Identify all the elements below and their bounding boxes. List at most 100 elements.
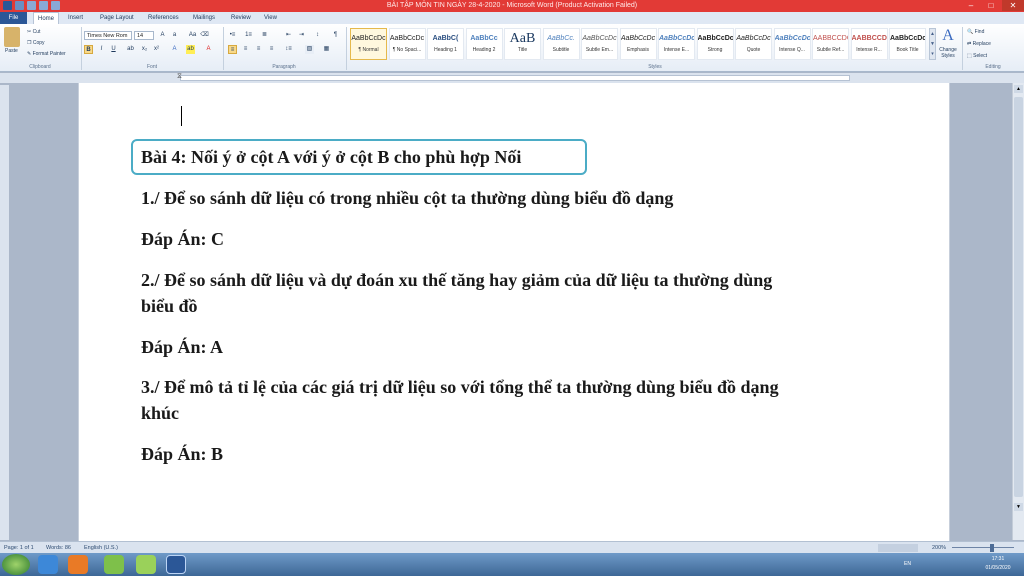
font-name-combo[interactable]: Times New Rom	[84, 31, 132, 40]
style-item[interactable]: AaBbCcDc Intense E...	[658, 28, 695, 60]
font-color-icon[interactable]: A	[204, 45, 213, 54]
line-spacing-icon[interactable]: ↕≡	[284, 45, 293, 54]
style-item[interactable]: AaBbCcDc Intense Q...	[773, 28, 811, 60]
ruler-text-area[interactable]	[180, 75, 850, 81]
style-item[interactable]: AABBCCDC Intense R...	[850, 28, 888, 60]
highlight-icon[interactable]: ab	[186, 45, 195, 54]
tab-view[interactable]: View	[260, 12, 281, 24]
minimize-button[interactable]: –	[962, 0, 980, 11]
align-left-icon[interactable]: ≡	[228, 45, 237, 54]
underline-button[interactable]: U	[109, 45, 118, 54]
font-size-combo[interactable]: 14	[134, 31, 154, 40]
bold-button[interactable]: B	[84, 45, 93, 54]
strikethrough-icon[interactable]: ab	[126, 45, 135, 54]
tab-insert[interactable]: Insert	[64, 12, 87, 24]
input-language[interactable]: EN	[904, 561, 911, 568]
align-center-icon[interactable]: ≡	[241, 45, 250, 54]
firefox-icon[interactable]	[68, 555, 88, 574]
answer-1: Đáp Án: C	[141, 229, 225, 249]
style-item[interactable]: AaBbCc. Subtitle	[542, 28, 580, 60]
clock-date[interactable]: 01/05/2020	[978, 565, 1018, 572]
format-painter-button[interactable]: ✎ Format Painter	[27, 51, 66, 58]
style-item[interactable]: AaBbCcDc ¶ No Spaci...	[388, 28, 426, 60]
tab-home[interactable]: Home	[33, 12, 60, 24]
start-button[interactable]	[2, 554, 30, 575]
sort-icon[interactable]: ↕	[313, 31, 322, 40]
subscript-icon[interactable]: x₂	[140, 45, 149, 54]
italic-button[interactable]: I	[97, 45, 106, 54]
internet-explorer-icon[interactable]	[38, 555, 58, 574]
decrease-indent-icon[interactable]: ⇤	[284, 31, 293, 40]
shading-icon[interactable]: ▧	[305, 45, 314, 54]
tab-page-layout[interactable]: Page Layout	[96, 12, 138, 24]
question-3-line-2: khúc	[141, 403, 180, 423]
style-name: Intense R...	[856, 47, 882, 53]
change-case-icon[interactable]: Aa	[188, 31, 197, 40]
change-styles-button[interactable]: Change Styles	[936, 47, 960, 59]
close-button[interactable]: ✕	[1002, 0, 1024, 11]
maximize-button[interactable]: □	[982, 0, 1000, 11]
increase-indent-icon[interactable]: ⇥	[297, 31, 306, 40]
cut-button[interactable]: ✂ Cut	[27, 29, 40, 36]
style-item[interactable]: AABBCCDC Subtle Ref...	[812, 28, 849, 60]
align-right-icon[interactable]: ≡	[254, 45, 263, 54]
style-item[interactable]: AaBbCcDc Strong	[696, 28, 734, 60]
clear-formatting-icon[interactable]: ⌫	[200, 31, 209, 40]
numbering-icon[interactable]: 1≡	[244, 31, 253, 40]
select-button[interactable]: ⬚ Select	[967, 53, 987, 60]
clock-time[interactable]: 17:31	[978, 556, 1018, 563]
scroll-down-icon[interactable]: ▼	[1014, 503, 1023, 511]
bullets-icon[interactable]: •≡	[228, 31, 237, 40]
find-button[interactable]: 🔍 Find	[967, 29, 984, 36]
style-item[interactable]: AaBbCcDc ¶ Normal	[350, 28, 387, 60]
superscript-icon[interactable]: x²	[152, 45, 161, 54]
tab-file[interactable]: File	[0, 12, 27, 24]
find-label: Find	[974, 29, 985, 35]
style-name: Quote	[746, 47, 761, 53]
style-item[interactable]: AaBbCcDc Book Title	[889, 28, 926, 60]
paste-icon[interactable]	[4, 27, 20, 47]
style-item[interactable]: AaB Title	[504, 28, 541, 60]
style-name: Heading 1	[434, 47, 457, 53]
style-item[interactable]: AaBbCcDc Emphasis	[619, 28, 657, 60]
borders-icon[interactable]: ▦	[322, 45, 331, 54]
tab-review[interactable]: Review	[227, 12, 255, 24]
show-formatting-icon[interactable]: ¶	[331, 31, 340, 40]
style-item[interactable]: AaBbCc Heading 2	[465, 28, 503, 60]
question-1: 1./ Để so sánh dữ liệu có trong nhiều cộ…	[141, 188, 674, 208]
zoom-slider-thumb[interactable]	[990, 544, 994, 552]
view-buttons[interactable]	[878, 544, 918, 552]
tab-references[interactable]: References	[144, 12, 183, 24]
justify-icon[interactable]: ≡	[267, 45, 276, 54]
grow-font-icon[interactable]: A	[158, 31, 167, 40]
tab-mailings[interactable]: Mailings	[189, 12, 219, 24]
format-painter-label: Format Painter	[32, 51, 66, 57]
style-item[interactable]: AaBbCcDc Subtle Em...	[581, 28, 618, 60]
app-icon-2[interactable]	[136, 555, 156, 574]
group-separator	[346, 27, 347, 70]
replace-button[interactable]: ⇄ Replace	[967, 41, 991, 48]
shrink-font-icon[interactable]: a	[170, 31, 179, 40]
editing-group-label: Editing	[985, 64, 1001, 70]
word-taskbar-icon[interactable]	[166, 555, 186, 574]
style-name: Heading 2	[472, 47, 496, 53]
paste-label[interactable]: Paste	[5, 48, 18, 55]
change-styles-icon[interactable]: A	[939, 27, 957, 45]
style-preview: AaBbCcDc	[351, 35, 386, 42]
multilevel-list-icon[interactable]: ≣	[260, 31, 269, 40]
app-icon-1[interactable]	[104, 555, 124, 574]
vertical-ruler[interactable]	[0, 85, 9, 540]
text-caret	[181, 106, 182, 126]
styles-scroll-more-icon[interactable]: ▲ ▼ ▾	[929, 28, 936, 60]
style-item[interactable]: AaBbCcDc Quote	[735, 28, 772, 60]
text-effects-icon[interactable]: A	[170, 45, 179, 54]
question-2-line-1: 2./ Để so sánh dữ liệu và dự đoán xu thế…	[141, 270, 773, 290]
scroll-up-icon[interactable]: ▲	[1014, 85, 1023, 93]
style-item[interactable]: AaBbC(Heading 1	[427, 28, 464, 60]
zoom-slider[interactable]	[952, 547, 1014, 548]
indent-marker-icon[interactable]: ⧖	[177, 73, 184, 83]
answer-2: Đáp Án: A	[141, 337, 224, 357]
scroll-thumb[interactable]	[1014, 97, 1023, 497]
vertical-scrollbar[interactable]: ▲ ▼	[1012, 83, 1024, 540]
copy-button[interactable]: ❐ Copy	[27, 40, 45, 47]
